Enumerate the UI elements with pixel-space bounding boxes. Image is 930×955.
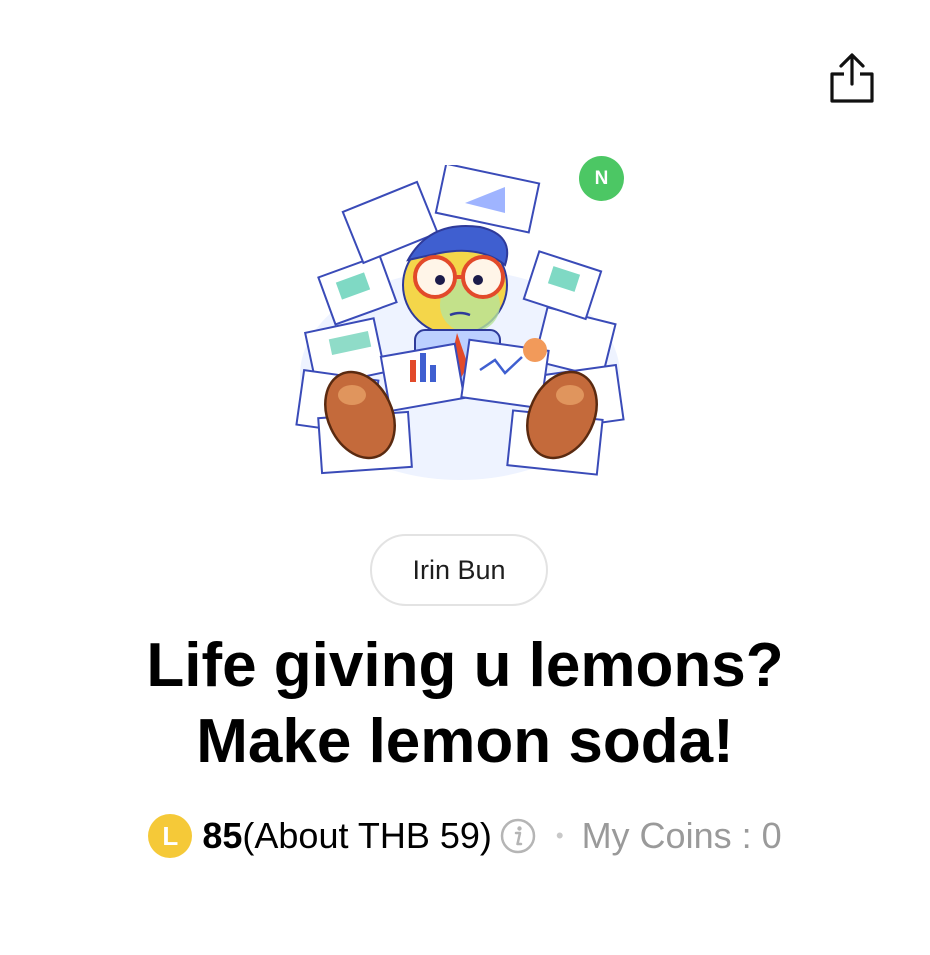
price-row: L 85 (About THB 59) • My Coins : 0	[0, 806, 930, 866]
my-coins: My Coins : 0	[581, 815, 782, 856]
author-name: Irin Bun	[412, 554, 506, 585]
title-line-1: Life giving u lemons?	[146, 631, 784, 700]
author-button[interactable]: Irin Bun	[370, 534, 548, 606]
sticker-illustration[interactable]	[290, 162, 630, 490]
sticker-image	[295, 162, 625, 480]
price-amount: 85	[202, 815, 243, 856]
separator-dot: •	[555, 823, 564, 848]
sticker-detail-page: N Irin Bun Life giving u lemons? Make le…	[0, 0, 930, 955]
info-icon	[500, 818, 536, 854]
title-line-2: Make lemon soda!	[196, 707, 734, 776]
sticker-title: Life giving u lemons? Make lemon soda!	[40, 628, 890, 780]
price-approx: (About THB 59)	[242, 815, 492, 856]
line-coin-icon: L	[148, 814, 193, 858]
info-button[interactable]	[500, 818, 536, 854]
share-icon	[830, 53, 874, 103]
new-badge: N	[579, 156, 624, 201]
share-button[interactable]	[824, 50, 880, 106]
